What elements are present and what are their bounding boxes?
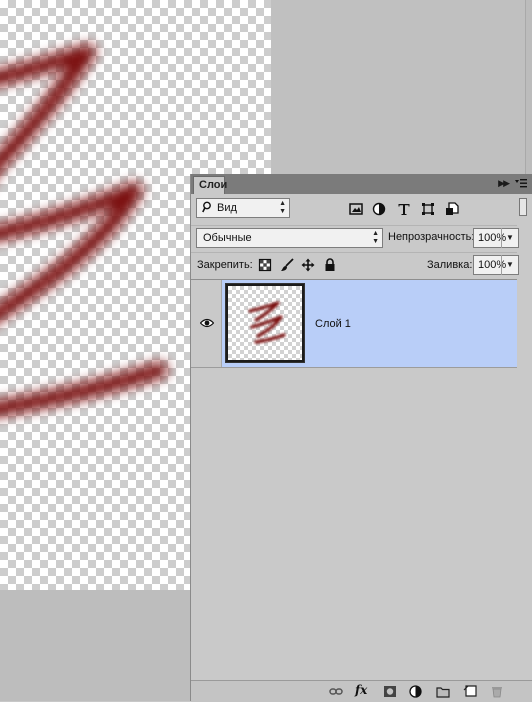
add-mask-icon[interactable] — [383, 685, 397, 698]
blend-mode-select[interactable]: Обычные ▲ ▼ — [196, 228, 383, 248]
search-icon — [202, 201, 211, 213]
layer-thumbnail[interactable] — [225, 283, 305, 363]
layer-list: Слой 1 — [191, 279, 517, 678]
filter-kind-value: Вид — [217, 202, 237, 214]
lock-all-icon[interactable] — [323, 258, 337, 272]
panel-bottom-bar: fx — [191, 680, 532, 702]
link-layers-icon[interactable] — [329, 685, 343, 698]
layer-filter-row: Вид ▲ ▼ — [191, 196, 517, 224]
fx-icon[interactable]: fx — [355, 683, 369, 697]
lock-position-icon[interactable] — [301, 258, 315, 272]
opacity-label: Непрозрачность: — [388, 231, 475, 243]
collapse-panel-icon[interactable]: ▶▶ — [498, 178, 510, 189]
opacity-field[interactable]: 100% ▼ — [473, 228, 519, 248]
chevron-down-icon[interactable]: ▼ — [501, 228, 518, 248]
lock-row: Закрепить: Заливка: 100% ▼ — [191, 252, 519, 279]
type-filter-icon[interactable] — [397, 202, 411, 216]
layer-name[interactable]: Слой 1 — [315, 318, 351, 330]
new-group-icon[interactable] — [436, 685, 450, 698]
tab-layers[interactable]: Слои — [193, 176, 227, 194]
adjustment-filter-icon[interactable] — [372, 202, 386, 216]
eye-icon — [200, 318, 214, 328]
blend-mode-value: Обычные — [203, 232, 252, 244]
layers-panel: Слои ▶▶ Вид ▲ ▼ Обычные ▲ ▼ Непрозрачнос… — [190, 174, 532, 702]
thumbnail-canvas — [228, 286, 302, 360]
select-arrows-icon: ▲ ▼ — [279, 200, 286, 215]
filter-kind-select[interactable]: Вид ▲ ▼ — [196, 198, 290, 218]
lock-transparent-icon[interactable] — [258, 258, 272, 272]
fill-label: Заливка: — [427, 259, 473, 271]
blend-row: Обычные ▲ ▼ Непрозрачность: 100% ▼ — [191, 225, 519, 252]
lock-image-icon[interactable] — [280, 258, 294, 272]
delete-layer-icon[interactable] — [490, 685, 504, 698]
panel-tab-bar: Слои ▶▶ — [191, 174, 532, 194]
new-adjustment-icon[interactable] — [409, 685, 423, 698]
scrollbar-thumb[interactable] — [519, 198, 527, 216]
visibility-toggle[interactable] — [191, 280, 222, 367]
fill-field[interactable]: 100% ▼ — [473, 255, 519, 275]
chevron-down-icon[interactable]: ▼ — [501, 255, 518, 275]
select-arrows-icon: ▲ ▼ — [372, 230, 379, 245]
new-layer-icon[interactable] — [463, 685, 477, 698]
panel-menu-icon[interactable] — [514, 177, 528, 190]
thumbnail-strokes — [248, 301, 286, 344]
smart-object-filter-icon[interactable] — [445, 202, 459, 216]
image-filter-icon[interactable] — [349, 202, 363, 216]
layer-row[interactable]: Слой 1 — [191, 280, 517, 368]
lock-label: Закрепить: — [197, 259, 253, 271]
shape-filter-icon[interactable] — [421, 202, 435, 216]
